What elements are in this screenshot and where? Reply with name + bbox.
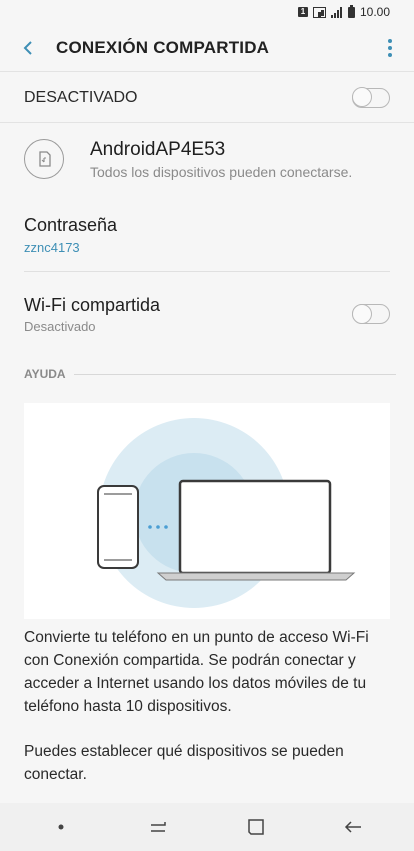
wifi-shared-row[interactable]: Wi-Fi compartida Desactivado <box>24 290 390 338</box>
wifi-shared-status: Desactivado <box>24 318 96 334</box>
wifi-shared-toggle[interactable] <box>351 303 390 324</box>
toggle-knob <box>351 87 372 107</box>
cell-signal-icon <box>330 6 343 18</box>
back-arrow-icon <box>345 821 362 833</box>
wifi-signal-icon <box>312 6 326 18</box>
status-time: 10.00 <box>359 5 390 19</box>
sim-icon: 1 <box>297 7 308 17</box>
help-paragraph: Convierte tu teléfono en un punto de acc… <box>24 629 369 715</box>
home-icon <box>248 819 264 835</box>
more-options-button[interactable] <box>366 24 414 72</box>
help-text: Convierte tu teléfono en un punto de acc… <box>24 626 390 808</box>
password-value: zznc4173 <box>24 240 80 255</box>
home-button[interactable] <box>226 803 286 851</box>
wifi-shared-title: Wi-Fi compartida <box>24 294 161 315</box>
master-toggle[interactable] <box>351 87 390 108</box>
hotspot-device-icon <box>24 139 64 179</box>
network-description: Todos los dispositivos pueden conectarse… <box>90 163 353 180</box>
help-section-header: AYUDA <box>24 366 396 382</box>
status-bar: 1 10.00 <box>0 0 414 24</box>
help-label: AYUDA <box>24 367 66 381</box>
nav-dot-button[interactable] <box>31 803 91 851</box>
master-switch-label: DESACTIVADO <box>24 88 138 106</box>
toggle-knob <box>351 303 372 324</box>
chevron-left-icon <box>23 40 32 55</box>
recent-apps-button[interactable] <box>128 803 188 851</box>
divider <box>73 373 396 375</box>
dot-icon <box>58 824 64 830</box>
battery-icon <box>347 4 355 18</box>
more-vertical-icon <box>388 38 392 57</box>
page-title: CONEXIÓN COMPARTIDA <box>56 37 270 57</box>
password-title: Contraseña <box>24 215 118 235</box>
recent-apps-icon <box>151 822 166 832</box>
help-paragraph: Puedes establecer qué dispositivos se pu… <box>24 743 344 783</box>
system-nav-bar <box>0 803 414 851</box>
hotspot-illustration <box>24 403 390 619</box>
back-button[interactable] <box>0 24 56 72</box>
master-switch-row[interactable]: DESACTIVADO <box>0 73 414 123</box>
password-row[interactable]: Contraseña zznc4173 <box>24 215 390 272</box>
network-info-row[interactable]: AndroidAP4E53 Todos los dispositivos pue… <box>0 124 414 194</box>
network-name: AndroidAP4E53 <box>90 138 226 160</box>
app-bar: CONEXIÓN COMPARTIDA <box>0 24 414 72</box>
back-nav-button[interactable] <box>323 803 383 851</box>
